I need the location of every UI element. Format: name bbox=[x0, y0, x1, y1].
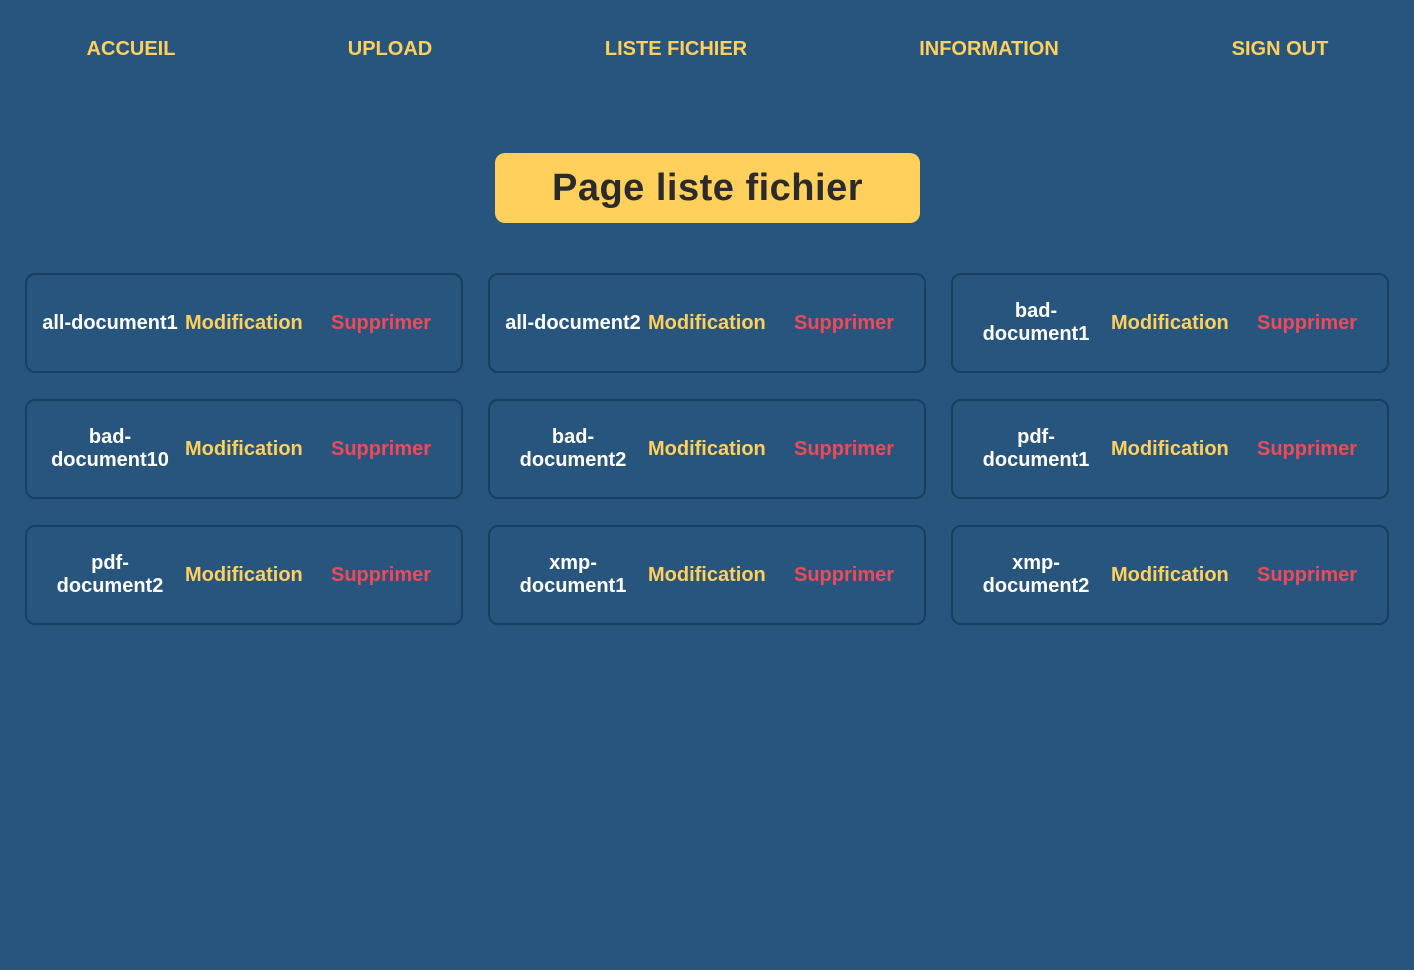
file-name: all-document1 bbox=[42, 311, 178, 334]
file-card: xmp- document1 Modification Supprimer bbox=[488, 525, 926, 625]
file-card: all-document1 Modification Supprimer bbox=[25, 273, 463, 373]
delete-button[interactable]: Supprimer bbox=[331, 275, 431, 371]
file-name: bad- document2 bbox=[519, 426, 627, 471]
file-card: bad- document1 Modification Supprimer bbox=[951, 273, 1389, 373]
modify-button[interactable]: Modification bbox=[185, 527, 303, 623]
delete-button[interactable]: Supprimer bbox=[1257, 401, 1357, 497]
delete-button[interactable]: Supprimer bbox=[331, 401, 431, 497]
modify-button[interactable]: Modification bbox=[648, 401, 766, 497]
file-name: bad- document1 bbox=[982, 300, 1090, 345]
modify-button[interactable]: Modification bbox=[1111, 527, 1229, 623]
file-card: all-document2 Modification Supprimer bbox=[488, 273, 926, 373]
delete-button[interactable]: Supprimer bbox=[331, 527, 431, 623]
delete-button[interactable]: Supprimer bbox=[794, 401, 894, 497]
delete-button[interactable]: Supprimer bbox=[794, 527, 894, 623]
delete-button[interactable]: Supprimer bbox=[794, 275, 894, 371]
main-nav: ACCUEIL UPLOAD LISTE FICHIER INFORMATION… bbox=[0, 38, 1414, 64]
modify-button[interactable]: Modification bbox=[1111, 401, 1229, 497]
nav-information-link[interactable]: INFORMATION bbox=[919, 38, 1059, 61]
file-card: xmp- document2 Modification Supprimer bbox=[951, 525, 1389, 625]
modify-button[interactable]: Modification bbox=[1111, 275, 1229, 371]
modify-button[interactable]: Modification bbox=[185, 401, 303, 497]
delete-button[interactable]: Supprimer bbox=[1257, 527, 1357, 623]
file-list: all-document1 Modification Supprimer all… bbox=[25, 273, 1389, 625]
file-name: pdf- document2 bbox=[56, 552, 164, 597]
page-title-banner: Page liste fichier bbox=[495, 153, 920, 223]
file-name: xmp- document1 bbox=[519, 552, 627, 597]
page-title: Page liste fichier bbox=[551, 166, 863, 209]
file-card: pdf- document1 Modification Supprimer bbox=[951, 399, 1389, 499]
delete-button[interactable]: Supprimer bbox=[1257, 275, 1357, 371]
file-name: pdf- document1 bbox=[982, 426, 1090, 471]
nav-upload-link[interactable]: UPLOAD bbox=[348, 38, 432, 61]
file-name: bad- document10 bbox=[51, 426, 169, 471]
file-card: bad- document10 Modification Supprimer bbox=[25, 399, 463, 499]
file-name: xmp- document2 bbox=[982, 552, 1090, 597]
nav-liste-fichier-link[interactable]: LISTE FICHIER bbox=[605, 38, 747, 61]
file-card: bad- document2 Modification Supprimer bbox=[488, 399, 926, 499]
modify-button[interactable]: Modification bbox=[648, 527, 766, 623]
nav-accueil-link[interactable]: ACCUEIL bbox=[87, 38, 176, 61]
nav-sign-out-link[interactable]: SIGN OUT bbox=[1232, 38, 1329, 61]
file-card: pdf- document2 Modification Supprimer bbox=[25, 525, 463, 625]
file-name: all-document2 bbox=[505, 311, 641, 334]
modify-button[interactable]: Modification bbox=[648, 275, 766, 371]
modify-button[interactable]: Modification bbox=[185, 275, 303, 371]
